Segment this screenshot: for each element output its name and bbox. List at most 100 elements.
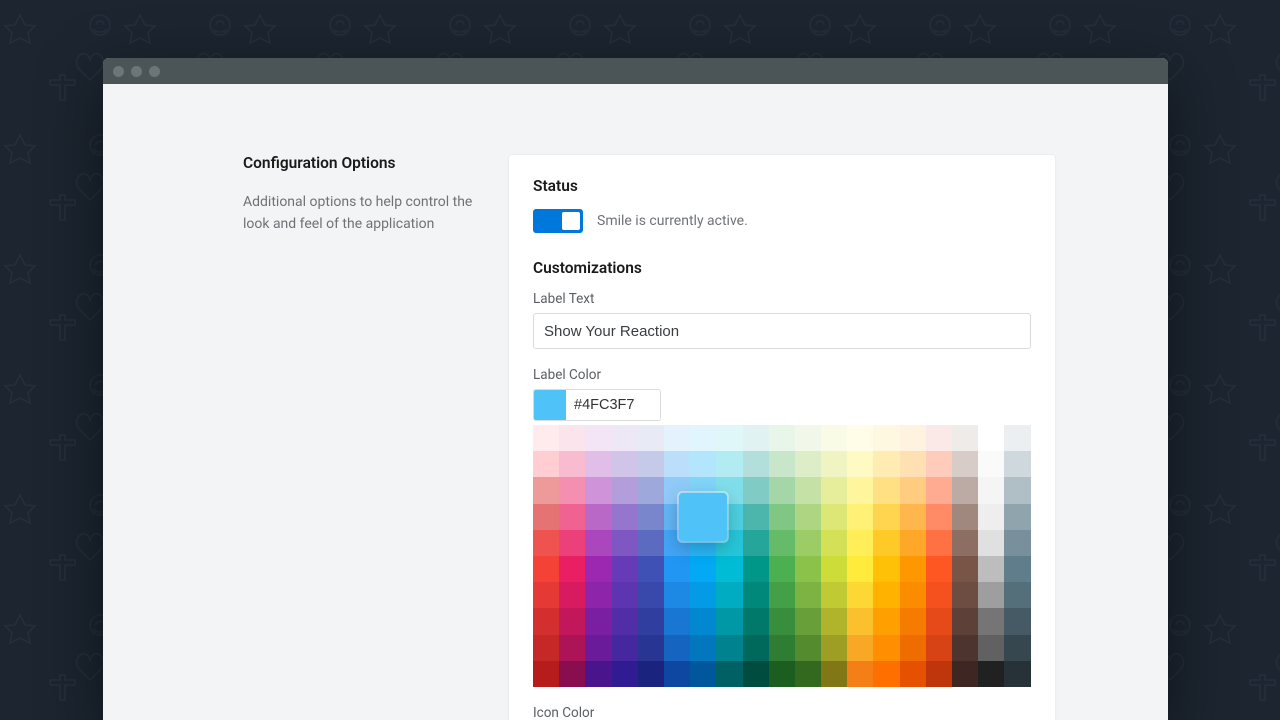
- palette-swatch[interactable]: [978, 477, 1004, 503]
- palette-swatch[interactable]: [873, 425, 899, 451]
- palette-swatch[interactable]: [559, 661, 585, 687]
- palette-swatch[interactable]: [716, 582, 742, 608]
- palette-swatch[interactable]: [900, 582, 926, 608]
- palette-swatch[interactable]: [1004, 661, 1030, 687]
- palette-swatch[interactable]: [612, 477, 638, 503]
- palette-swatch[interactable]: [690, 635, 716, 661]
- palette-swatch[interactable]: [978, 582, 1004, 608]
- palette-swatch[interactable]: [612, 635, 638, 661]
- palette-swatch[interactable]: [638, 582, 664, 608]
- palette-swatch[interactable]: [900, 425, 926, 451]
- palette-swatch[interactable]: [716, 556, 742, 582]
- palette-swatch[interactable]: [638, 608, 664, 634]
- palette-swatch[interactable]: [638, 635, 664, 661]
- palette-swatch[interactable]: [585, 608, 611, 634]
- palette-swatch[interactable]: [769, 530, 795, 556]
- palette-swatch[interactable]: [664, 608, 690, 634]
- palette-swatch[interactable]: [952, 477, 978, 503]
- palette-swatch[interactable]: [900, 530, 926, 556]
- palette-swatch[interactable]: [926, 582, 952, 608]
- palette-swatch[interactable]: [873, 635, 899, 661]
- palette-swatch[interactable]: [612, 425, 638, 451]
- palette-swatch[interactable]: [952, 504, 978, 530]
- palette-swatch[interactable]: [900, 635, 926, 661]
- palette-swatch[interactable]: [847, 661, 873, 687]
- palette-swatch[interactable]: [743, 425, 769, 451]
- palette-swatch[interactable]: [638, 451, 664, 477]
- palette-swatch[interactable]: [559, 530, 585, 556]
- palette-swatch[interactable]: [926, 661, 952, 687]
- palette-swatch[interactable]: [952, 451, 978, 477]
- palette-swatch[interactable]: [952, 530, 978, 556]
- palette-swatch[interactable]: [847, 608, 873, 634]
- palette-swatch[interactable]: [795, 530, 821, 556]
- palette-swatch[interactable]: [1004, 582, 1030, 608]
- palette-swatch[interactable]: [847, 477, 873, 503]
- palette-swatch[interactable]: [638, 530, 664, 556]
- palette-swatch[interactable]: [952, 556, 978, 582]
- palette-swatch[interactable]: [533, 477, 559, 503]
- palette-swatch[interactable]: [585, 635, 611, 661]
- palette-swatch[interactable]: [585, 504, 611, 530]
- palette-swatch[interactable]: [873, 556, 899, 582]
- palette-swatch[interactable]: [743, 608, 769, 634]
- palette-swatch[interactable]: [638, 477, 664, 503]
- palette-swatch[interactable]: [664, 425, 690, 451]
- palette-swatch[interactable]: [664, 582, 690, 608]
- palette-swatch[interactable]: [847, 635, 873, 661]
- palette-swatch[interactable]: [612, 608, 638, 634]
- palette-swatch[interactable]: [690, 582, 716, 608]
- palette-swatch[interactable]: [926, 477, 952, 503]
- palette-swatch[interactable]: [795, 556, 821, 582]
- palette-swatch[interactable]: [743, 530, 769, 556]
- palette-swatch[interactable]: [821, 425, 847, 451]
- palette-swatch[interactable]: [664, 451, 690, 477]
- palette-swatch[interactable]: [1004, 425, 1030, 451]
- palette-swatch[interactable]: [978, 451, 1004, 477]
- palette-swatch[interactable]: [821, 451, 847, 477]
- palette-swatch[interactable]: [769, 635, 795, 661]
- palette-swatch[interactable]: [821, 608, 847, 634]
- palette-swatch[interactable]: [952, 425, 978, 451]
- palette-swatch[interactable]: [1004, 635, 1030, 661]
- palette-swatch[interactable]: [900, 661, 926, 687]
- palette-swatch[interactable]: [926, 425, 952, 451]
- palette-swatch[interactable]: [585, 530, 611, 556]
- palette-swatch[interactable]: [821, 661, 847, 687]
- palette-swatch[interactable]: [821, 504, 847, 530]
- palette-swatch[interactable]: [638, 425, 664, 451]
- window-zoom-dot[interactable]: [149, 66, 160, 77]
- palette-swatch[interactable]: [533, 556, 559, 582]
- palette-swatch[interactable]: [847, 451, 873, 477]
- palette-swatch[interactable]: [900, 477, 926, 503]
- palette-swatch[interactable]: [690, 451, 716, 477]
- palette-swatch[interactable]: [612, 582, 638, 608]
- palette-swatch[interactable]: [716, 451, 742, 477]
- palette-swatch[interactable]: [795, 661, 821, 687]
- palette-swatch[interactable]: [873, 451, 899, 477]
- palette-swatch[interactable]: [743, 582, 769, 608]
- palette-swatch[interactable]: [769, 582, 795, 608]
- palette-swatch[interactable]: [847, 582, 873, 608]
- palette-swatch[interactable]: [978, 635, 1004, 661]
- palette-swatch[interactable]: [559, 504, 585, 530]
- palette-swatch[interactable]: [612, 530, 638, 556]
- palette-swatch[interactable]: [716, 635, 742, 661]
- palette-swatch[interactable]: [559, 608, 585, 634]
- palette-swatch[interactable]: [847, 556, 873, 582]
- palette-swatch[interactable]: [664, 556, 690, 582]
- palette-swatch[interactable]: [821, 530, 847, 556]
- palette-swatch[interactable]: [795, 425, 821, 451]
- palette-swatch[interactable]: [978, 556, 1004, 582]
- palette-swatch[interactable]: [926, 530, 952, 556]
- palette-swatch[interactable]: [795, 477, 821, 503]
- palette-swatch[interactable]: [743, 556, 769, 582]
- palette-swatch[interactable]: [690, 661, 716, 687]
- palette-swatch[interactable]: [690, 425, 716, 451]
- palette-swatch[interactable]: [847, 530, 873, 556]
- palette-swatch[interactable]: [716, 661, 742, 687]
- palette-swatch[interactable]: [533, 451, 559, 477]
- palette-swatch[interactable]: [769, 556, 795, 582]
- palette-swatch[interactable]: [716, 425, 742, 451]
- palette-swatch[interactable]: [978, 530, 1004, 556]
